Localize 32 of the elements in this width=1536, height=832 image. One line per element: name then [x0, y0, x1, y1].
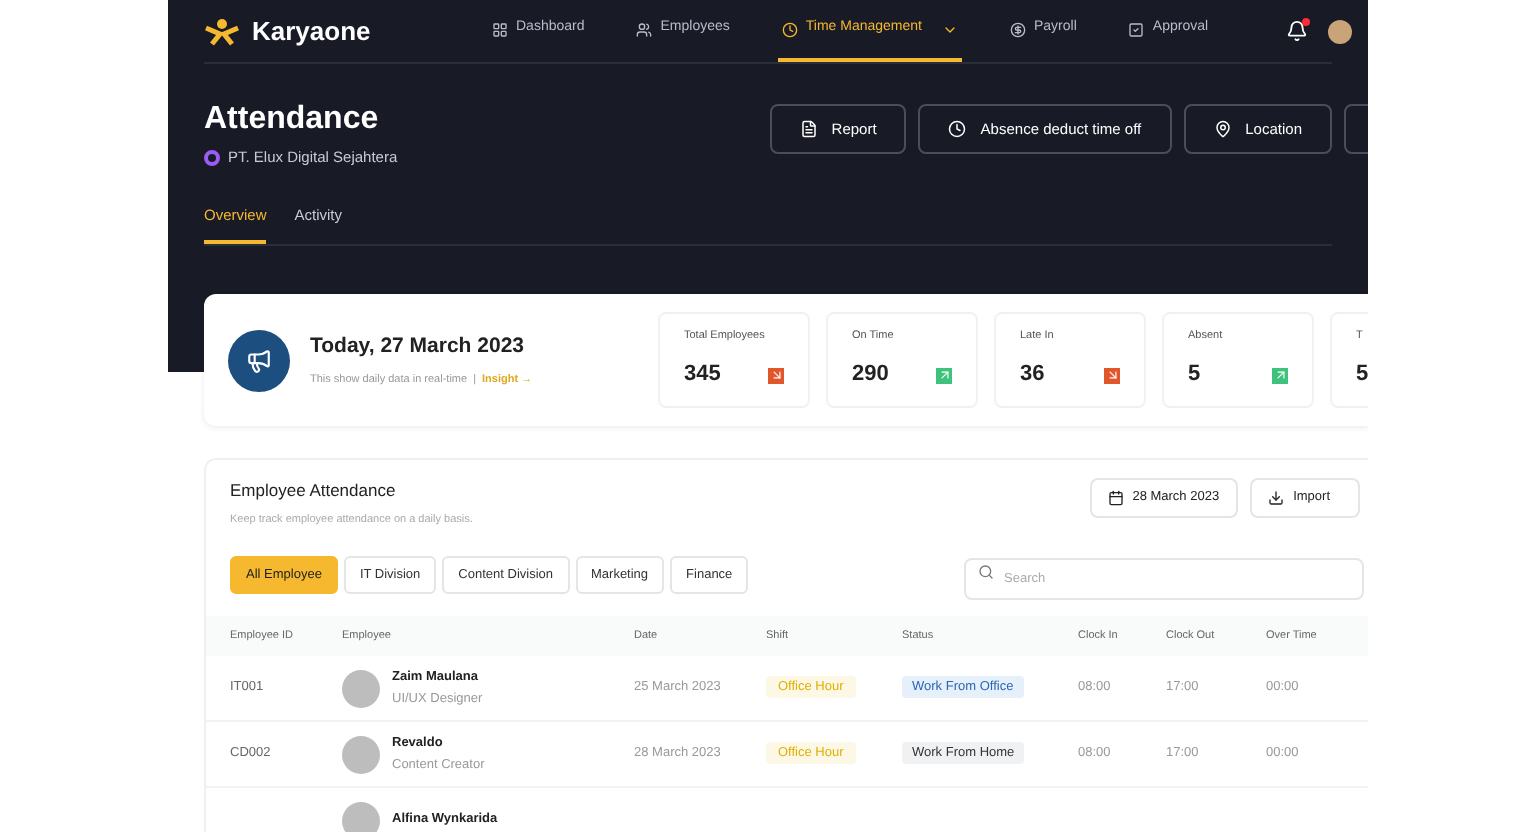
search-icon	[978, 563, 994, 579]
calendar-icon	[1108, 490, 1125, 506]
avatar	[342, 801, 380, 832]
stat-value: 5	[1356, 360, 1368, 391]
today-title: Today, 27 March 2023	[310, 331, 526, 361]
trend-up-icon	[1272, 367, 1288, 383]
grid-icon	[492, 21, 508, 37]
download-icon	[1267, 490, 1284, 506]
brand-name: Karyaone	[252, 13, 371, 50]
bell-icon[interactable]	[1286, 20, 1308, 42]
company-logo-icon	[204, 149, 220, 166]
stat-value: 345	[684, 360, 721, 391]
stat-value: 36	[1020, 360, 1045, 391]
trend-down-icon	[768, 367, 784, 383]
trend-down-icon	[1104, 367, 1120, 383]
avatar[interactable]	[1328, 19, 1352, 43]
section-title: Employee Attendance	[230, 478, 398, 504]
megaphone-icon	[246, 347, 272, 373]
avatar	[342, 735, 380, 773]
trend-up-icon	[936, 367, 952, 383]
document-icon	[799, 120, 818, 138]
page-title: Attendance	[204, 100, 381, 140]
users-icon	[636, 21, 653, 37]
stat-value: 290	[852, 360, 889, 391]
dollar-icon	[1010, 21, 1026, 37]
logo-icon	[204, 17, 240, 45]
clock-icon	[781, 21, 798, 37]
avatar	[342, 669, 380, 707]
checkbox-icon	[1128, 21, 1145, 37]
stat-value: 5	[1188, 360, 1201, 391]
clock-icon	[948, 120, 967, 138]
pin-icon	[1213, 120, 1232, 138]
